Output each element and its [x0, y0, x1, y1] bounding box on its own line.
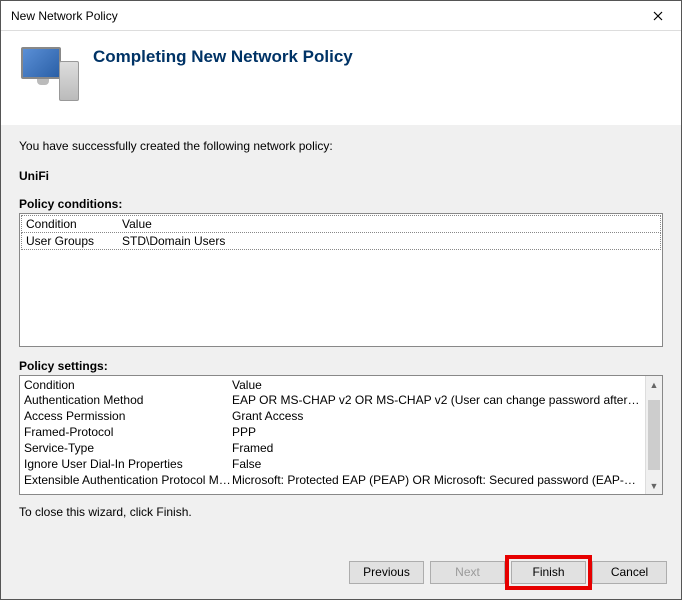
- settings-cell-condition: Access Permission: [24, 408, 232, 424]
- settings-cell-condition: Authentication Method: [24, 392, 232, 408]
- conditions-header-value: Value: [122, 217, 152, 231]
- conditions-cell-condition: User Groups: [26, 234, 122, 248]
- scroll-down-icon[interactable]: ▼: [646, 477, 662, 494]
- settings-cell-value: Framed: [232, 440, 641, 456]
- settings-cell-value: EAP OR MS-CHAP v2 OR MS-CHAP v2 (User ca…: [232, 392, 641, 408]
- scrollbar-thumb[interactable]: [648, 400, 660, 470]
- settings-row[interactable]: Service-Type Framed: [24, 440, 641, 456]
- scroll-up-icon[interactable]: ▲: [646, 376, 662, 393]
- window-title: New Network Policy: [11, 9, 118, 23]
- finish-button[interactable]: Finish: [511, 561, 586, 584]
- settings-cell-value: Grant Access: [232, 408, 641, 424]
- close-icon: [653, 11, 663, 21]
- conditions-label: Policy conditions:: [19, 197, 663, 211]
- intro-text: You have successfully created the follow…: [19, 139, 663, 153]
- settings-cell-condition: Extensible Authentication Protocol Metho…: [24, 472, 232, 488]
- settings-row[interactable]: Authentication Method EAP OR MS-CHAP v2 …: [24, 392, 641, 408]
- settings-label: Policy settings:: [19, 359, 663, 373]
- cancel-button[interactable]: Cancel: [592, 561, 667, 584]
- settings-header-condition: Condition: [24, 378, 232, 392]
- conditions-header-row: Condition Value: [21, 215, 661, 233]
- wizard-icon: [19, 45, 79, 105]
- next-button: Next: [430, 561, 505, 584]
- wizard-body: You have successfully created the follow…: [1, 125, 681, 545]
- settings-table: Condition Value Authentication Method EA…: [19, 375, 663, 495]
- settings-header-row: Condition Value: [24, 378, 641, 392]
- conditions-cell-value: STD\Domain Users: [122, 234, 225, 248]
- settings-cell-value: Microsoft: Protected EAP (PEAP) OR Micro…: [232, 472, 641, 488]
- settings-cell-value: False: [232, 456, 641, 472]
- page-title: Completing New Network Policy: [93, 47, 353, 67]
- conditions-row[interactable]: User Groups STD\Domain Users: [21, 233, 661, 250]
- settings-row[interactable]: Access Permission Grant Access: [24, 408, 641, 424]
- closing-text: To close this wizard, click Finish.: [19, 505, 663, 519]
- settings-row[interactable]: Extensible Authentication Protocol Metho…: [24, 472, 641, 488]
- close-button[interactable]: [635, 1, 681, 31]
- previous-button[interactable]: Previous: [349, 561, 424, 584]
- settings-cell-condition: Ignore User Dial-In Properties: [24, 456, 232, 472]
- policy-name: UniFi: [19, 169, 663, 183]
- conditions-header-condition: Condition: [26, 217, 122, 231]
- settings-cell-condition: Framed-Protocol: [24, 424, 232, 440]
- button-bar: Previous Next Finish Cancel: [1, 545, 681, 599]
- settings-row[interactable]: Ignore User Dial-In Properties False: [24, 456, 641, 472]
- wizard-header: Completing New Network Policy: [1, 31, 681, 125]
- settings-cell-condition: Service-Type: [24, 440, 232, 456]
- settings-scrollbar[interactable]: ▲ ▼: [645, 376, 662, 494]
- settings-cell-value: PPP: [232, 424, 641, 440]
- settings-header-value: Value: [232, 378, 262, 392]
- settings-row[interactable]: Framed-Protocol PPP: [24, 424, 641, 440]
- titlebar: New Network Policy: [1, 1, 681, 31]
- conditions-table: Condition Value User Groups STD\Domain U…: [19, 213, 663, 347]
